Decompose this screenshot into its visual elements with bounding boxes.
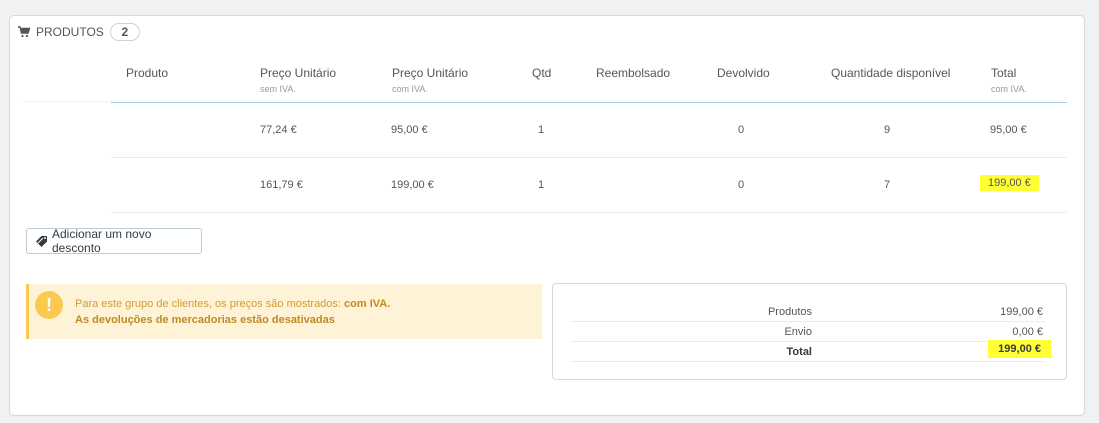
unit-price-incl: 95,00 € bbox=[391, 124, 428, 136]
available-quantity: 7 bbox=[884, 179, 891, 191]
column-header-quantity[interactable]: Qtd bbox=[532, 66, 551, 80]
totals-value-total-highlight: 199,00 € bbox=[988, 340, 1051, 358]
totals-label-shipping: Envio bbox=[784, 326, 812, 338]
panel-title: PRODUTOS bbox=[36, 25, 104, 39]
row-divider bbox=[111, 157, 1067, 158]
panel-heading: PRODUTOS 2 bbox=[18, 22, 140, 42]
unit-price-excl: 161,79 € bbox=[260, 179, 303, 191]
row-total: 199,00 € bbox=[980, 175, 1039, 191]
totals-divider bbox=[570, 321, 1045, 322]
totals-value-shipping: 0,00 € bbox=[1012, 326, 1043, 338]
shopping-cart-icon bbox=[18, 26, 31, 38]
column-subheader: com IVA. bbox=[991, 84, 1027, 94]
row-total-highlight: 199,00 € bbox=[980, 175, 1039, 191]
add-discount-label: Adicionar um novo desconto bbox=[52, 227, 152, 255]
alert-returns-disabled: As devoluções de mercadorias estão desat… bbox=[75, 314, 335, 326]
column-header-refunded[interactable]: Reembolsado bbox=[596, 66, 670, 80]
column-header-available-quantity[interactable]: Quantidade disponível bbox=[831, 66, 950, 80]
returned: 0 bbox=[738, 179, 745, 191]
totals-divider bbox=[570, 361, 1045, 362]
row-divider bbox=[111, 212, 1067, 213]
alert-tax-display: Para este grupo de clientes, os preços s… bbox=[75, 298, 390, 310]
column-header-unit-price-incl[interactable]: Preço Unitário com IVA. bbox=[392, 66, 468, 94]
column-header-product[interactable]: Produto bbox=[126, 66, 168, 80]
totals-label-products: Produtos bbox=[767, 306, 812, 318]
warning-icon: ! bbox=[35, 291, 63, 319]
alert-tax-mode: com IVA. bbox=[344, 298, 391, 310]
unit-price-incl: 199,00 € bbox=[391, 179, 434, 191]
available-quantity: 9 bbox=[884, 124, 891, 136]
column-header-total[interactable]: Total com IVA. bbox=[991, 66, 1027, 94]
tag-icon bbox=[35, 235, 48, 248]
unit-price-excl: 77,24 € bbox=[260, 124, 297, 136]
totals-value-total: 199,00 € bbox=[988, 340, 1051, 358]
order-totals: Produtos 199,00 € Envio 0,00 € Total 199… bbox=[552, 283, 1067, 380]
totals-divider bbox=[570, 341, 1045, 342]
table-header-divider bbox=[111, 102, 1067, 103]
column-header-returned[interactable]: Devolvido bbox=[717, 66, 770, 80]
add-discount-button[interactable]: Adicionar um novo desconto bbox=[26, 227, 202, 255]
row-total: 95,00 € bbox=[990, 124, 1027, 136]
quantity: 1 bbox=[538, 179, 545, 191]
quantity: 1 bbox=[538, 124, 545, 136]
product-count-badge: 2 bbox=[109, 23, 140, 41]
tax-info-alert: ! Para este grupo de clientes, os preços… bbox=[26, 284, 542, 339]
alert-text: Para este grupo de clientes, os preços s… bbox=[75, 298, 341, 310]
column-subheader: com IVA. bbox=[392, 84, 428, 94]
returned: 0 bbox=[738, 124, 745, 136]
column-subheader: sem IVA. bbox=[260, 84, 296, 94]
totals-value-products: 199,00 € bbox=[1000, 306, 1043, 318]
totals-label-total: Total bbox=[786, 346, 812, 358]
product-image-placeholder bbox=[22, 101, 112, 102]
column-header-unit-price-excl[interactable]: Preço Unitário sem IVA. bbox=[260, 66, 336, 94]
